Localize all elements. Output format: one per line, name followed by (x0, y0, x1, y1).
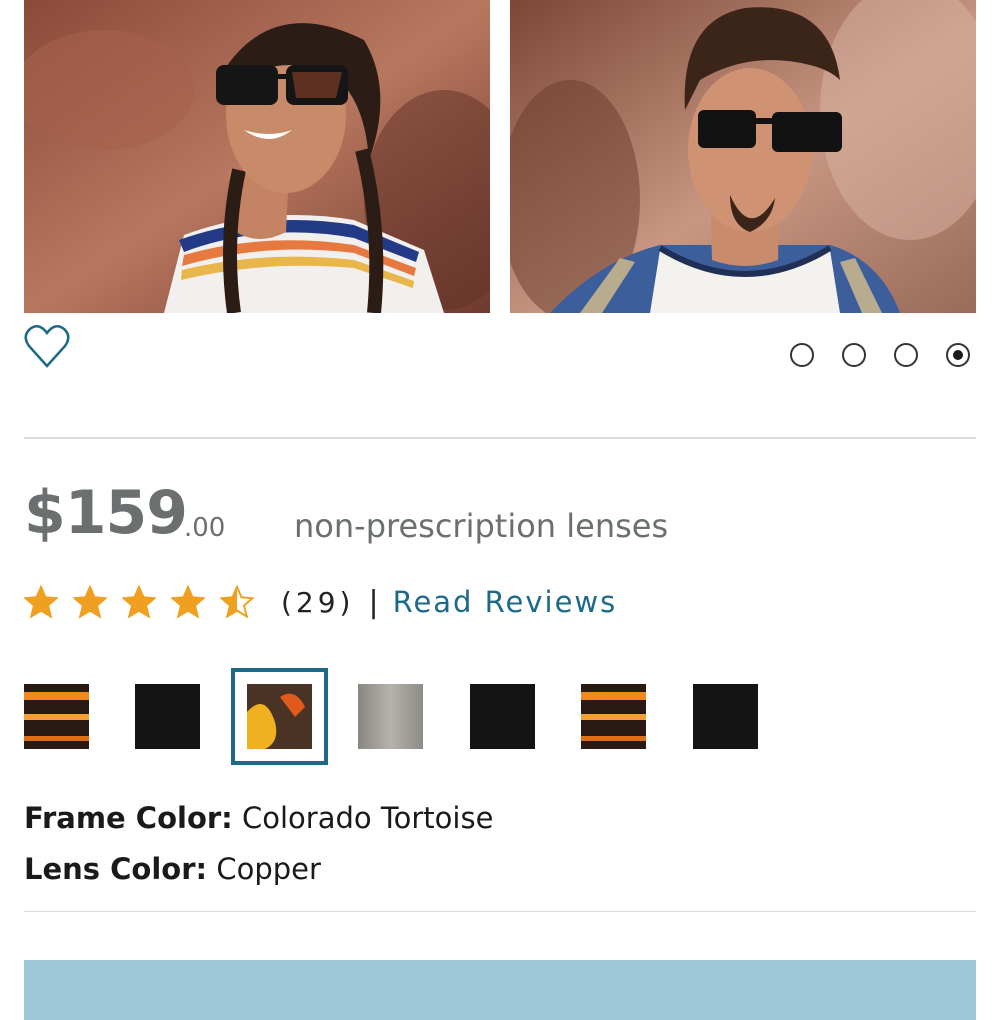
rating-row: (29) | Read Reviews (24, 580, 617, 624)
wishlist-heart-icon[interactable] (24, 322, 70, 370)
swatch-orange-streak-1[interactable] (24, 684, 89, 749)
section-divider-2 (24, 911, 976, 912)
section-divider (24, 437, 976, 439)
carousel-dot-2[interactable] (842, 343, 866, 367)
swatch-black-3[interactable] (693, 684, 758, 749)
frame-color-label: Frame Color: (24, 801, 233, 835)
add-to-cart-button[interactable] (24, 960, 976, 1020)
lens-color-row: Lens Color: Copper (24, 852, 321, 886)
carousel-dots (790, 343, 970, 367)
star-full-icon (122, 585, 156, 619)
star-full-icon (24, 585, 58, 619)
carousel-dot-3[interactable] (894, 343, 918, 367)
frame-color-value: Colorado Tortoise (242, 801, 494, 835)
carousel-dot-1[interactable] (790, 343, 814, 367)
swatch-orange-streak-2[interactable] (581, 684, 646, 749)
color-swatches (24, 668, 784, 766)
frame-color-row: Frame Color: Colorado Tortoise (24, 801, 493, 835)
woman-sunglasses-photo[interactable] (24, 0, 490, 313)
star-rating (24, 585, 269, 619)
lens-type-label: non-prescription lenses (294, 507, 669, 545)
swatch-tortoise-copper-selected[interactable] (231, 668, 328, 765)
lens-color-label: Lens Color: (24, 852, 208, 886)
review-count: (29) (281, 585, 355, 619)
star-half-icon (220, 585, 254, 619)
star-full-icon (73, 585, 107, 619)
read-reviews-link[interactable]: Read Reviews (393, 585, 618, 619)
price-cents: .00 (184, 513, 226, 543)
swatch-black-2[interactable] (470, 684, 535, 749)
lens-color-value: Copper (216, 852, 321, 886)
product-image-gallery[interactable] (24, 0, 976, 313)
swatch-black-1[interactable] (135, 684, 200, 749)
price-dollars: $159 (24, 478, 188, 548)
star-full-icon (171, 585, 205, 619)
carousel-dot-4-active[interactable] (946, 343, 970, 367)
swatch-gray[interactable] (358, 684, 423, 749)
separator: | (368, 584, 379, 620)
man-sunglasses-photo[interactable] (510, 0, 976, 313)
